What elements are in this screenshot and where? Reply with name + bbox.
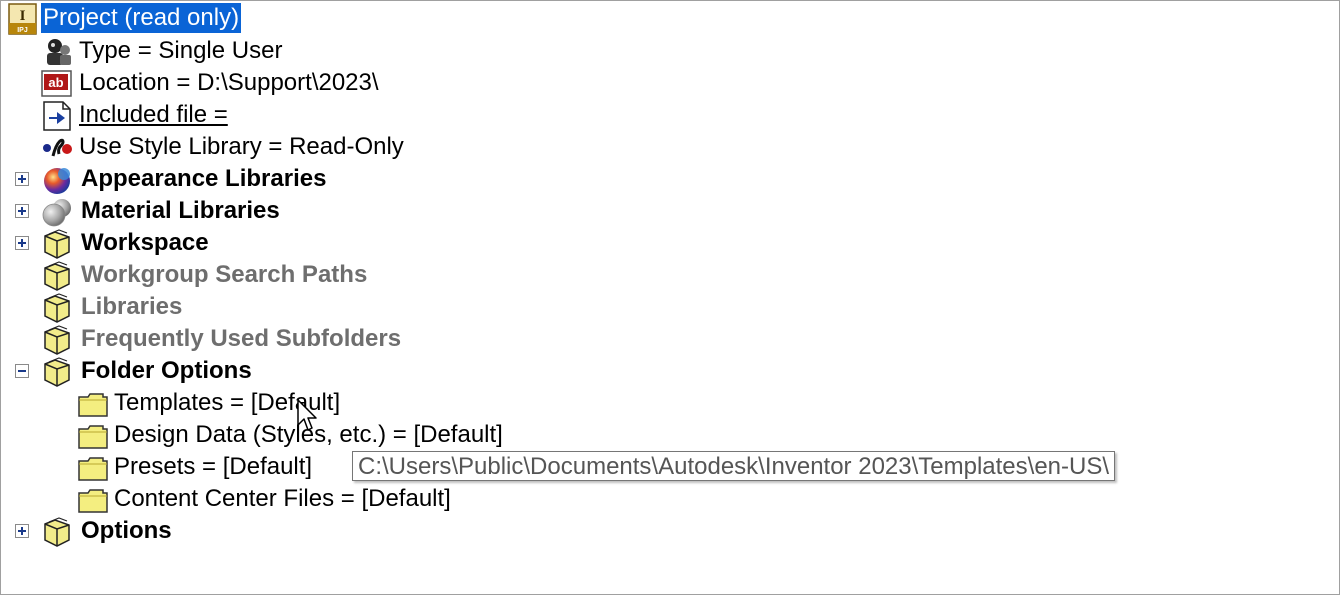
type-label: Type = Single User	[79, 37, 283, 64]
folder-icon	[78, 425, 108, 449]
svg-text:ab: ab	[48, 75, 63, 90]
mouse-cursor-icon	[297, 399, 317, 431]
folder-icon	[78, 393, 108, 417]
svg-text:IPJ: IPJ	[17, 27, 28, 34]
libraries-label: Libraries	[81, 293, 183, 320]
collapse-folder-options-button[interactable]	[15, 364, 29, 378]
appearance-libraries-label: Appearance Libraries	[81, 165, 327, 192]
folder-stack-icon	[44, 229, 70, 259]
folder-stack-icon	[44, 517, 70, 547]
appearance-sphere-icon	[44, 168, 70, 194]
workspace-label: Workspace	[81, 229, 209, 256]
options-label: Options	[81, 517, 172, 544]
workgroup-label: Workgroup Search Paths	[81, 261, 368, 288]
folder-stack-icon	[44, 325, 70, 355]
location-label: Location = D:\Support\2023\	[79, 69, 379, 96]
project-label[interactable]: Project (read only)	[41, 3, 242, 33]
expand-appearance-button[interactable]	[15, 172, 29, 186]
project-tree[interactable]: I IPJ Project (read only) Type = Single …	[0, 0, 1340, 595]
folder-stack-icon	[44, 357, 70, 387]
style-library-label: Use Style Library = Read-Only	[79, 133, 404, 160]
included-file-icon	[43, 101, 71, 131]
path-tooltip: C:\Users\Public\Documents\Autodesk\Inven…	[352, 451, 1115, 481]
included-file-label[interactable]: Included file =	[77, 100, 230, 130]
folder-icon	[78, 457, 108, 481]
presets-label: Presets = [Default]	[114, 453, 313, 480]
material-libraries-label: Material Libraries	[81, 197, 280, 224]
expand-options-button[interactable]	[15, 524, 29, 538]
expand-material-button[interactable]	[15, 204, 29, 218]
frequent-subfolders-label: Frequently Used Subfolders	[81, 325, 402, 352]
svg-text:I: I	[20, 8, 26, 24]
style-library-icon	[43, 138, 72, 157]
folder-options-label: Folder Options	[81, 357, 252, 384]
user-type-icon	[47, 39, 71, 65]
content-center-label: Content Center Files = [Default]	[114, 485, 451, 512]
ipj-file-icon: I IPJ	[8, 3, 37, 35]
material-sphere-icon	[42, 199, 71, 227]
expand-workspace-button[interactable]	[15, 236, 29, 250]
folder-stack-icon	[44, 261, 70, 291]
text-field-icon: ab	[41, 70, 72, 97]
folder-stack-icon	[44, 293, 70, 323]
folder-icon	[78, 489, 108, 513]
